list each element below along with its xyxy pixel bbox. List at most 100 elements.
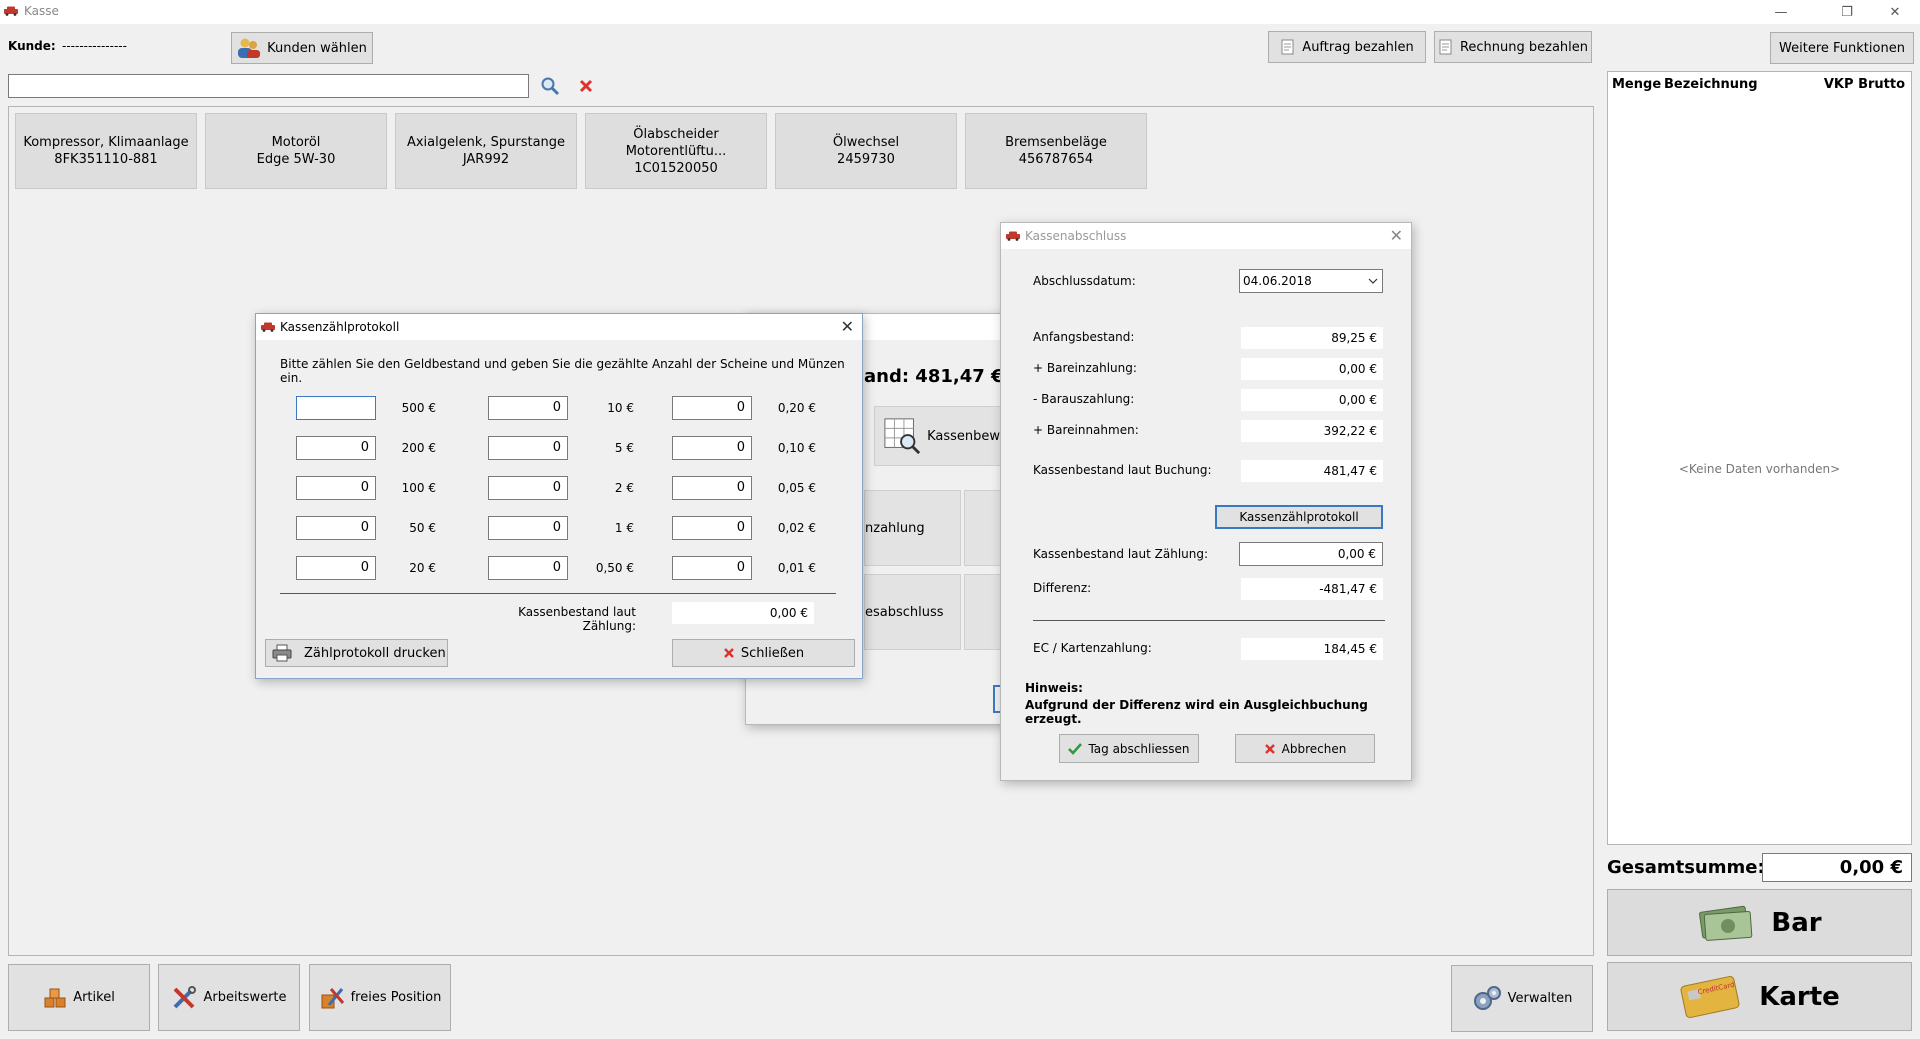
count-field-5[interactable]: 0 (488, 436, 568, 460)
manage-button[interactable]: Verwalten (1451, 965, 1593, 1032)
count-dialog-title: Kassenzählprotokoll (280, 320, 400, 334)
denomination-label: 20 € (409, 561, 436, 575)
free-position-label: freies Position (350, 990, 442, 1005)
counted-balance-field[interactable]: 0,00 € (1239, 542, 1383, 566)
close-icon[interactable]: ✕ (841, 317, 854, 336)
more-functions-button[interactable]: Weitere Funktionen (1770, 32, 1914, 64)
count-field-20[interactable]: 0 (296, 556, 376, 580)
count-field-0-01[interactable]: 0 (672, 556, 752, 580)
article-tile[interactable]: Ölabscheider Motorentlüftu... 1C01520050 (585, 113, 767, 189)
article-tile[interactable]: Motoröl Edge 5W-30 (205, 113, 387, 189)
count-field-50[interactable]: 0 (296, 516, 376, 540)
tile-name: Bremsenbeläge (1005, 135, 1107, 150)
deposit-button[interactable]: nzahlung (864, 490, 961, 566)
denomination-label: 0,50 € (595, 561, 634, 575)
search-icon[interactable] (540, 76, 560, 96)
count-field-0-05[interactable]: 0 (672, 476, 752, 500)
income-value: 392,22 € (1241, 420, 1383, 442)
cancel-button[interactable]: Abbrechen (1235, 734, 1375, 763)
tile-button[interactable] (964, 574, 1004, 650)
difference-label: Differenz: (1033, 581, 1092, 595)
count-total-label: Kassenbestand laut Zählung: (518, 605, 636, 633)
count-protocol-button[interactable]: Kassenzählprotokoll (1215, 505, 1383, 529)
count-field-2[interactable]: 0 (488, 476, 568, 500)
cart-col-price: VKP Brutto (1823, 77, 1905, 92)
printer-icon (272, 644, 292, 662)
article-tile[interactable]: Ölwechsel 2459730 (775, 113, 957, 189)
free-position-icon (321, 987, 344, 1008)
date-dropdown[interactable]: 04.06.2018 (1239, 269, 1383, 293)
cart-table: Menge Bezeichnung VKP Brutto <Keine Date… (1607, 71, 1912, 845)
tile-button[interactable] (964, 490, 1004, 566)
count-field-1[interactable]: 0 (488, 516, 568, 540)
close-day-button[interactable]: Tag abschliessen (1059, 734, 1199, 763)
free-position-button[interactable]: freies Position (309, 964, 451, 1031)
close-protocol-button[interactable]: Schließen (672, 639, 855, 667)
choose-customer-label: Kunden wählen (267, 40, 367, 56)
booked-balance-label: Kassenbestand laut Buchung: (1033, 463, 1212, 477)
minimize-icon[interactable]: — (1758, 0, 1804, 24)
denomination-label: 10 € (607, 401, 634, 415)
print-protocol-label: Zählprotokoll drucken (304, 645, 446, 661)
tile-code: 2459730 (837, 152, 895, 167)
window-titlebar: Kasse — ❐ ✕ (0, 0, 1920, 24)
closing-dialog-titlebar: Kassenabschluss (1001, 223, 1411, 249)
app-car-icon (1006, 231, 1020, 241)
cash-icon (1699, 905, 1753, 941)
print-protocol-button[interactable]: Zählprotokoll drucken (265, 639, 448, 667)
work-values-label: Arbeitswerte (203, 990, 287, 1005)
check-icon (1068, 742, 1083, 755)
count-field-0-50[interactable]: 0 (488, 556, 568, 580)
clear-search-icon[interactable] (578, 78, 594, 94)
restore-icon[interactable]: ❐ (1824, 0, 1870, 24)
pay-invoice-label: Rechnung bezahlen (1459, 39, 1589, 55)
customer-label: Kunde: (8, 39, 56, 53)
work-values-button[interactable]: Arbeitswerte (158, 964, 300, 1031)
article-tile[interactable]: Kompressor, Klimaanlage 8FK351110-881 (15, 113, 197, 189)
count-field-500[interactable] (296, 396, 376, 420)
deposit-value: 0,00 € (1241, 358, 1383, 380)
tile-code: 456787654 (1018, 152, 1094, 167)
close-icon[interactable]: ✕ (1390, 226, 1403, 245)
document-icon (1281, 39, 1294, 55)
balance-text: and: 481,47 € (864, 366, 1004, 387)
tools-icon (174, 985, 197, 1008)
day-closing-button[interactable]: esabschluss (864, 574, 961, 650)
deposit-label: + Bareinzahlung: (1033, 361, 1137, 375)
cash-label: Bar (1771, 907, 1822, 938)
cash-button[interactable]: Bar (1607, 889, 1912, 956)
cash-movements-button[interactable]: Kassenbewe (874, 406, 1009, 466)
pay-order-button[interactable]: Auftrag bezahlen (1268, 31, 1426, 63)
close-window-icon[interactable]: ✕ (1872, 0, 1918, 24)
card-label: Karte (1759, 981, 1840, 1012)
cart-empty-text: <Keine Daten vorhanden> (1678, 462, 1841, 476)
app-car-icon (261, 322, 275, 332)
opening-label: Anfangsbestand: (1033, 330, 1135, 344)
manage-label: Verwalten (1507, 991, 1573, 1006)
gears-icon (1473, 985, 1501, 1010)
count-protocol-label: Kassenzählprotokoll (1239, 510, 1359, 524)
count-field-0-20[interactable]: 0 (672, 396, 752, 420)
total-value: 0,00 € (1762, 853, 1912, 882)
cash-closing-dialog: Kassenabschluss ✕ Abschlussdatum: 04.06.… (1000, 222, 1412, 781)
count-total-value: 0,00 € (672, 602, 814, 624)
denomination-label: 0,20 € (777, 401, 816, 415)
denomination-label: 5 € (614, 441, 634, 455)
card-button[interactable]: CreditCard Karte (1607, 962, 1912, 1031)
booked-balance-value: 481,47 € (1241, 460, 1383, 482)
grid-search-icon (884, 418, 921, 455)
pay-invoice-button[interactable]: Rechnung bezahlen (1434, 31, 1592, 63)
choose-customer-button[interactable]: Kunden wählen (231, 32, 373, 64)
tile-code: 1C01520050 (634, 160, 718, 176)
counted-balance-label: Kassenbestand laut Zählung: (1033, 547, 1209, 561)
count-field-200[interactable]: 0 (296, 436, 376, 460)
article-tile[interactable]: Bremsenbeläge 456787654 (965, 113, 1147, 189)
count-field-0-10[interactable]: 0 (672, 436, 752, 460)
search-input[interactable] (8, 74, 529, 98)
count-field-10[interactable]: 0 (488, 396, 568, 420)
articles-label: Artikel (73, 990, 115, 1005)
count-field-100[interactable]: 0 (296, 476, 376, 500)
count-field-0-02[interactable]: 0 (672, 516, 752, 540)
articles-button[interactable]: Artikel (8, 964, 150, 1031)
article-tile[interactable]: Axialgelenk, Spurstange JAR992 (395, 113, 577, 189)
